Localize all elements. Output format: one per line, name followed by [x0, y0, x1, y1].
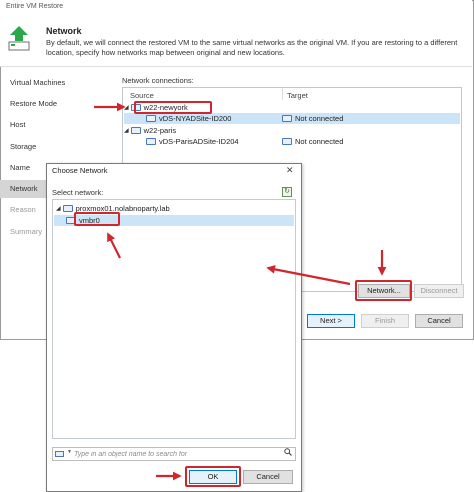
arrow-from-network-button-to-dialog — [266, 265, 351, 286]
annotation-arrows — [94, 102, 387, 481]
arrow-to-vmbr0 — [107, 232, 121, 259]
